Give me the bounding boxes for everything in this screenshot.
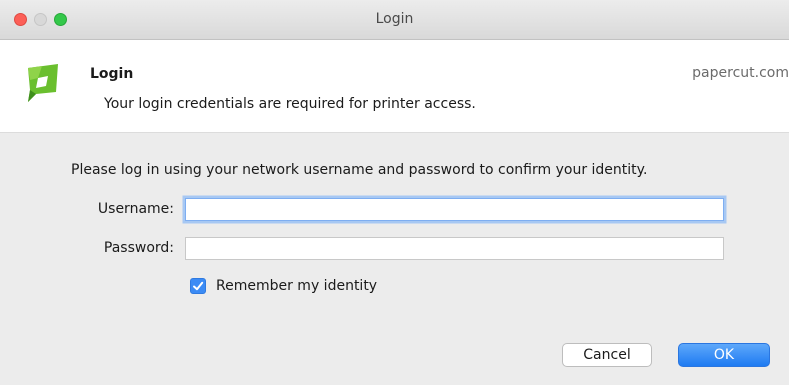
cancel-button[interactable]: Cancel — [562, 343, 652, 367]
checkmark-icon — [193, 281, 204, 291]
remember-identity-label[interactable]: Remember my identity — [216, 278, 377, 294]
username-label: Username: — [97, 201, 174, 217]
title-bar[interactable]: Login — [0, 0, 789, 40]
banner-title: Login — [90, 66, 134, 82]
header-banner: Login Your login credentials are require… — [0, 40, 789, 133]
window-title: Login — [375, 11, 414, 27]
password-label: Password: — [103, 240, 174, 256]
ok-button[interactable]: OK — [678, 343, 770, 367]
username-field[interactable] — [185, 198, 724, 221]
login-window: Login Login Your login credentials are r… — [0, 0, 789, 385]
papercut-logo-icon — [24, 62, 60, 102]
password-field[interactable] — [185, 237, 724, 260]
banner-subtitle: Your login credentials are required for … — [104, 96, 476, 112]
remember-identity-checkbox[interactable] — [190, 278, 206, 294]
instruction-text: Please log in using your network usernam… — [71, 162, 648, 178]
brand-label: papercut.com — [692, 65, 789, 81]
